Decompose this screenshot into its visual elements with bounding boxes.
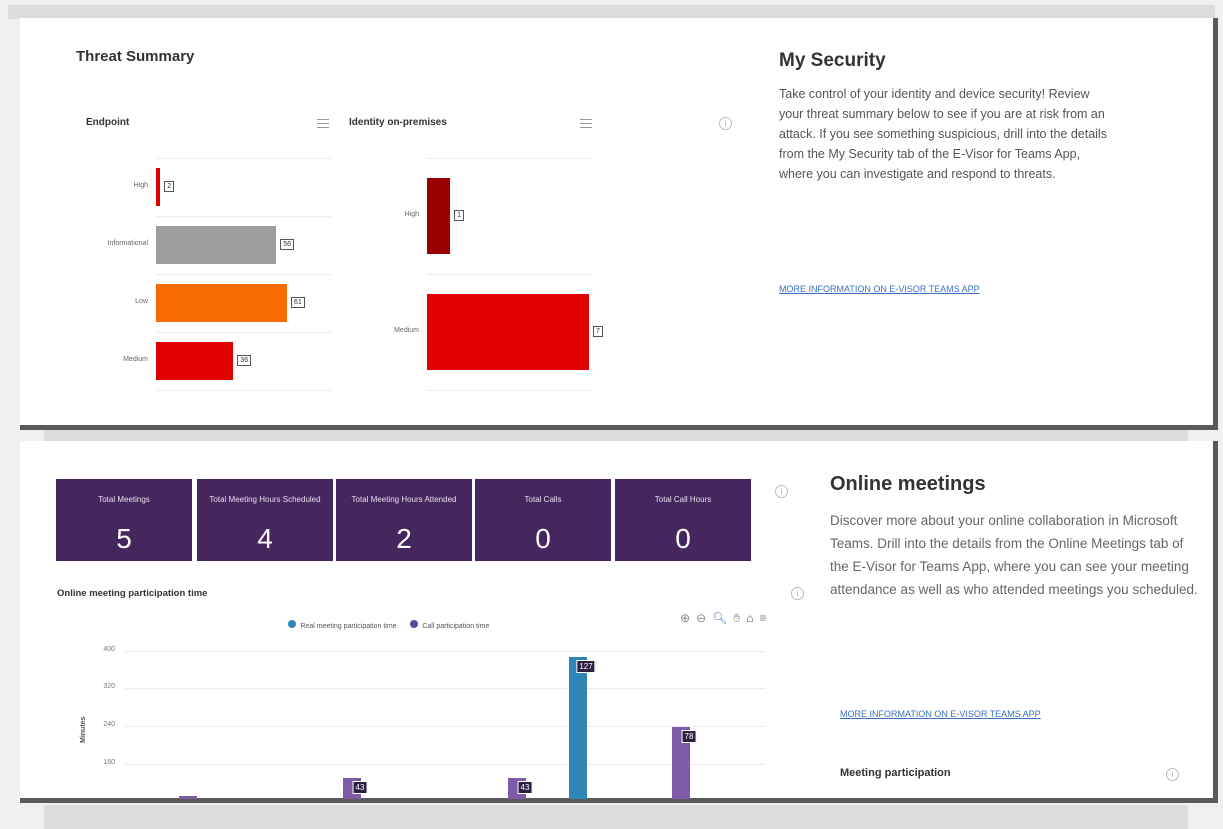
category-label: High xyxy=(133,182,148,189)
column-bar[interactable] xyxy=(569,656,587,799)
middle-strip xyxy=(44,428,1188,442)
identity-bar-chart: High 1 Medium 7 xyxy=(350,158,603,398)
data-label: 56 xyxy=(280,239,295,250)
kpi-tile[interactable]: Total Meeting Hours Scheduled 4 xyxy=(197,479,333,561)
endpoint-chart-title: Endpoint xyxy=(86,117,130,128)
participation-info-icon[interactable]: i xyxy=(791,587,804,600)
identity-menu-icon[interactable] xyxy=(580,119,592,128)
category-label: Medium xyxy=(394,327,419,334)
zoom-in-icon[interactable]: ⊕ xyxy=(680,611,690,626)
kpi-label: Total Meetings xyxy=(98,495,150,504)
kpi-label: Total Meeting Hours Scheduled xyxy=(209,495,321,504)
chart-gridline xyxy=(427,274,592,275)
data-label: 36 xyxy=(237,355,252,366)
kpi-value: 0 xyxy=(675,523,691,554)
threat-summary-panel: Threat Summary Endpoint High 2 Information… xyxy=(20,18,1218,430)
kpi-label: Total Calls xyxy=(524,495,562,504)
kpi-label: Total Call Hours xyxy=(654,495,712,504)
participation-bar-chart: 4003202401603043431277812 xyxy=(85,641,785,799)
chart-gridline xyxy=(156,390,331,391)
kpi-value: 2 xyxy=(396,523,412,554)
kpi-label: Total Meeting Hours Attended xyxy=(351,495,457,504)
bottom-strip xyxy=(44,805,1188,829)
category-label: Medium xyxy=(123,356,148,363)
legend-dot-call xyxy=(409,620,418,628)
data-label: 2 xyxy=(164,181,175,192)
legend-call-label[interactable]: Call participation time xyxy=(422,623,489,630)
my-security-description: Take control of your identity and device… xyxy=(779,87,1107,181)
my-security-more-info-link[interactable]: MORE INFORMATION ON E-VISOR TEAMS APP xyxy=(779,284,980,294)
chart-gridline xyxy=(125,764,765,765)
category-label: High xyxy=(404,211,419,218)
chart-toolbar: ⊕ ⊖ 🔍︎ ✋︎ ⌂ ≡ xyxy=(680,611,766,626)
endpoint-menu-icon[interactable] xyxy=(317,119,329,128)
chart-gridline xyxy=(125,651,765,652)
y-tick-label: 240 xyxy=(103,721,115,728)
chart-gridline xyxy=(427,158,592,159)
magnify-icon[interactable]: 🔍︎ xyxy=(712,611,727,626)
column-data-label: 127 xyxy=(576,659,596,673)
meeting-participation-title: Meeting participation xyxy=(840,767,951,779)
bar-medium[interactable] xyxy=(427,293,589,371)
bar-high[interactable] xyxy=(156,167,161,207)
meeting-participation-info-icon[interactable]: i xyxy=(1166,768,1179,781)
top-strip xyxy=(8,5,1215,19)
kpi-tile[interactable]: Total Meeting Hours Attended 2 xyxy=(336,479,472,561)
zoom-out-icon[interactable]: ⊖ xyxy=(696,611,706,626)
bar-low[interactable] xyxy=(156,283,287,323)
chart-menu-icon[interactable]: ≡ xyxy=(759,611,766,626)
data-label: 1 xyxy=(454,210,465,221)
kpi-info-icon[interactable]: i xyxy=(775,485,788,498)
kpi-value: 0 xyxy=(535,523,551,554)
kpi-value: 4 xyxy=(257,523,273,554)
y-tick-label: 160 xyxy=(103,759,115,766)
online-meetings-title: Online meetings xyxy=(830,473,986,495)
kpi-tile[interactable]: Total Meetings 5 xyxy=(56,479,192,561)
online-meetings-panel: Total Meetings 5 Total Meeting Hours Sched… xyxy=(20,441,1218,803)
chart-gridline xyxy=(125,688,765,689)
y-tick-label: 320 xyxy=(103,683,115,690)
my-security-title: My Security xyxy=(779,50,886,71)
pan-hand-icon[interactable]: ✋︎ xyxy=(733,611,740,626)
kpi-tile[interactable]: Total Call Hours 0 xyxy=(615,479,751,561)
bar-medium[interactable] xyxy=(156,341,234,381)
y-tick-label: 400 xyxy=(103,646,115,653)
category-label: Informational xyxy=(107,240,148,247)
chart-gridline xyxy=(156,332,331,333)
home-icon[interactable]: ⌂ xyxy=(746,611,753,626)
chart-gridline xyxy=(156,274,331,275)
bar-informational[interactable] xyxy=(156,225,277,265)
endpoint-bar-chart: High 2 Informational 56 Low 61 Medium 36 xyxy=(80,158,350,398)
kpi-value: 5 xyxy=(116,523,132,554)
participation-chart-title: Online meeting participation time xyxy=(57,588,208,599)
chart-gridline xyxy=(125,726,765,727)
chart-gridline xyxy=(427,390,592,391)
online-meetings-description: Discover more about your online collabor… xyxy=(830,513,1198,597)
data-label: 7 xyxy=(593,326,603,337)
legend-real-label[interactable]: Real meeting participation time xyxy=(300,623,396,630)
info-icon[interactable]: i xyxy=(719,117,732,130)
column-data-label: 43 xyxy=(517,780,533,794)
bar-high[interactable] xyxy=(427,177,451,255)
data-label: 61 xyxy=(291,297,305,308)
category-label: Low xyxy=(135,298,148,305)
legend-dot-real xyxy=(288,620,296,628)
kpi-tile[interactable]: Total Calls 0 xyxy=(475,479,611,561)
column-data-label: 43 xyxy=(352,780,368,794)
chart-gridline xyxy=(156,158,331,159)
identity-chart-title: Identity on-premises xyxy=(349,117,447,128)
online-meetings-more-info-link[interactable]: MORE INFORMATION ON E-VISOR TEAMS APP xyxy=(840,709,1041,719)
chart-gridline xyxy=(156,216,331,217)
threat-summary-title: Threat Summary xyxy=(76,48,195,65)
chart-legend: Real meeting participation time Call par… xyxy=(288,615,489,633)
column-data-label: 78 xyxy=(681,730,697,744)
